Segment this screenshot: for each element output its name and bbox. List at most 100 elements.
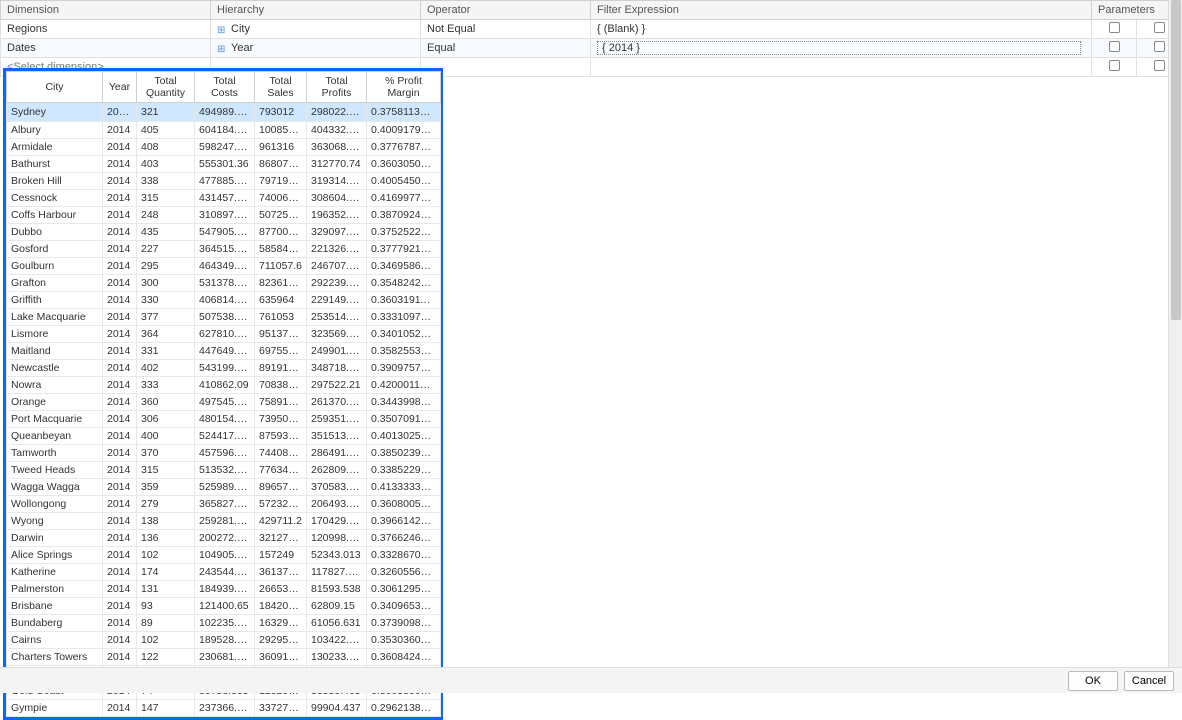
filter-row[interactable]: Dates Year Equal { 2014 } xyxy=(1,39,1182,58)
margin-cell: 0.36080050573... xyxy=(367,496,441,513)
scrollbar-thumb[interactable] xyxy=(1171,0,1181,320)
table-row[interactable]: Cairns2014102189528.595292950.8103422.20… xyxy=(7,632,441,649)
filter-param-checkbox[interactable] xyxy=(1092,20,1137,39)
vertical-scrollbar[interactable] xyxy=(1168,0,1182,667)
table-row[interactable]: Palmerston2014131184939.162266532.781593… xyxy=(7,581,441,598)
margin-cell: 0.34010521349... xyxy=(367,326,441,343)
table-row[interactable]: Grafton2014300531378.072823617.6292239.5… xyxy=(7,275,441,292)
profits-cell: 259351.439 xyxy=(307,411,367,428)
table-row[interactable]: Nowra2014333410862.09708384.3297522.210.… xyxy=(7,377,441,394)
sales-cell: 708384.3 xyxy=(255,377,307,394)
table-row[interactable]: Dubbo2014435547905.766877003.2329097.434… xyxy=(7,224,441,241)
col-total-sales[interactable]: Total Sales xyxy=(255,72,307,103)
table-row[interactable]: Coffs Harbour2014248310897.554507250.319… xyxy=(7,207,441,224)
col-profit-margin[interactable]: % Profit Margin xyxy=(367,72,441,103)
margin-cell: 0.33286706433... xyxy=(367,547,441,564)
filter-col-hierarchy: Hierarchy xyxy=(211,1,421,20)
cancel-button[interactable]: Cancel xyxy=(1124,671,1174,691)
filter-grid: Dimension Hierarchy Operator Filter Expr… xyxy=(0,0,1182,77)
col-total-costs[interactable]: Total Costs xyxy=(195,72,255,103)
filter-param-checkbox[interactable] xyxy=(1092,39,1137,58)
year-cell: 2014 xyxy=(103,241,137,258)
table-row[interactable]: Port Macquarie2014306480154.361739505.82… xyxy=(7,411,441,428)
margin-cell: 0.30612955933... xyxy=(367,581,441,598)
table-row[interactable]: Cessnock2014315431457.756740061.9308604.… xyxy=(7,190,441,207)
table-row[interactable]: Bundaberg201489102235.769163292.461056.6… xyxy=(7,615,441,632)
margin-cell: 0.33310978079... xyxy=(367,309,441,326)
table-row[interactable]: Griffith2014330406814.017635964229149.98… xyxy=(7,292,441,309)
table-row[interactable]: Gympie2014147237366.863337271.399904.437… xyxy=(7,700,441,717)
filter-param-checkbox[interactable] xyxy=(1092,58,1137,77)
table-row[interactable]: Newcastle2014402543199.284891917.4348718… xyxy=(7,360,441,377)
qty-cell: 136 xyxy=(137,530,195,547)
table-row[interactable]: Darwin2014136200272.849321271.7120998.85… xyxy=(7,530,441,547)
year-cell: 2014 xyxy=(103,360,137,377)
profits-cell: 351513.423 xyxy=(307,428,367,445)
table-row[interactable]: Wollongong2014279365827.102572320.720649… xyxy=(7,496,441,513)
margin-cell: 0.35070913439... xyxy=(367,411,441,428)
margin-cell: 0.41333335824... xyxy=(367,479,441,496)
table-row[interactable]: Lismore2014364627810.636951379.9323569.2… xyxy=(7,326,441,343)
sales-cell: 961316 xyxy=(255,139,307,156)
margin-cell: 0.40054502668... xyxy=(367,173,441,190)
year-cell: 2014 xyxy=(103,700,137,717)
city-cell: Wollongong xyxy=(7,496,103,513)
qty-cell: 370 xyxy=(137,445,195,462)
qty-cell: 408 xyxy=(137,139,195,156)
col-total-profits[interactable]: Total Profits xyxy=(307,72,367,103)
filter-dimension-cell[interactable]: Regions xyxy=(1,20,211,39)
ok-button[interactable]: OK xyxy=(1068,671,1118,691)
sales-cell: 266532.7 xyxy=(255,581,307,598)
table-row[interactable]: Sydney201321494989.099793012298022.9010.… xyxy=(7,103,441,122)
sales-cell: 951379.9 xyxy=(255,326,307,343)
city-cell: Katherine xyxy=(7,564,103,581)
qty-cell: 333 xyxy=(137,377,195,394)
col-total-quantity[interactable]: Total Quantity xyxy=(137,72,195,103)
table-row[interactable]: Wagga Wagga2014359525989.999896573.93705… xyxy=(7,479,441,496)
sales-cell: 429711.2 xyxy=(255,513,307,530)
col-year[interactable]: Year xyxy=(103,72,137,103)
filter-operator-cell[interactable]: Equal xyxy=(421,39,591,58)
table-row[interactable]: Queanbeyan2014400524417.777875931.235151… xyxy=(7,428,441,445)
table-row[interactable]: Orange2014360497545.216758915.7261370.48… xyxy=(7,394,441,411)
filter-col-operator: Operator xyxy=(421,1,591,20)
table-row[interactable]: Katherine2014174243544.062361371.2117827… xyxy=(7,564,441,581)
table-row[interactable]: Albury2014405604184.6941008517.5404332.8… xyxy=(7,122,441,139)
filter-hierarchy-cell[interactable]: City xyxy=(211,20,421,39)
table-row[interactable]: Tweed Heads2014315513532.689776342.42628… xyxy=(7,462,441,479)
table-row[interactable]: Charters Towers2014122230681.938360915.6… xyxy=(7,649,441,666)
city-cell: Lismore xyxy=(7,326,103,343)
costs-cell: 121400.65 xyxy=(195,598,255,615)
table-row[interactable]: Broken Hill2014338477885.205797199.53193… xyxy=(7,173,441,190)
table-row[interactable]: Tamworth2014370457596.667744088.6286491.… xyxy=(7,445,441,462)
year-cell: 2014 xyxy=(103,581,137,598)
table-row[interactable]: Goulburn2014295464349.999711057.6246707.… xyxy=(7,258,441,275)
filter-expression-cell[interactable]: { 2014 } xyxy=(591,39,1092,58)
col-city[interactable]: City xyxy=(7,72,103,103)
table-row[interactable]: Wyong2014138259281.625429711.2170429.575… xyxy=(7,513,441,530)
table-row[interactable]: Lake Macquarie2014377507538.802761053253… xyxy=(7,309,441,326)
year-cell: 2014 xyxy=(103,513,137,530)
city-cell: Newcastle xyxy=(7,360,103,377)
year-cell: 2014 xyxy=(103,615,137,632)
table-row[interactable]: Gosford2014227364515.041585841.3221326.2… xyxy=(7,241,441,258)
filter-row[interactable]: Regions City Not Equal { (Blank) } xyxy=(1,20,1182,39)
table-row[interactable]: Brisbane201493121400.65184209.862809.150… xyxy=(7,598,441,615)
filter-hierarchy-cell[interactable]: Year xyxy=(211,39,421,58)
city-cell: Tweed Heads xyxy=(7,462,103,479)
table-row[interactable]: Armidale2014408598247.422961316363068.57… xyxy=(7,139,441,156)
filter-dimension-cell[interactable]: Dates xyxy=(1,39,211,58)
sales-cell: 585841.3 xyxy=(255,241,307,258)
table-row[interactable]: Maitland2014331447649.244697550.4249901.… xyxy=(7,343,441,360)
qty-cell: 248 xyxy=(137,207,195,224)
profits-cell: 130233.662 xyxy=(307,649,367,666)
table-row[interactable]: Alice Springs2014102104905.9871572495234… xyxy=(7,547,441,564)
filter-expression-cell[interactable]: { (Blank) } xyxy=(591,20,1092,39)
city-cell: Armidale xyxy=(7,139,103,156)
table-row[interactable]: Bathurst2014403555301.36868072.1312770.7… xyxy=(7,156,441,173)
sales-cell: 321271.7 xyxy=(255,530,307,547)
costs-cell: 497545.216 xyxy=(195,394,255,411)
costs-cell: 184939.162 xyxy=(195,581,255,598)
qty-cell: 405 xyxy=(137,122,195,139)
filter-operator-cell[interactable]: Not Equal xyxy=(421,20,591,39)
